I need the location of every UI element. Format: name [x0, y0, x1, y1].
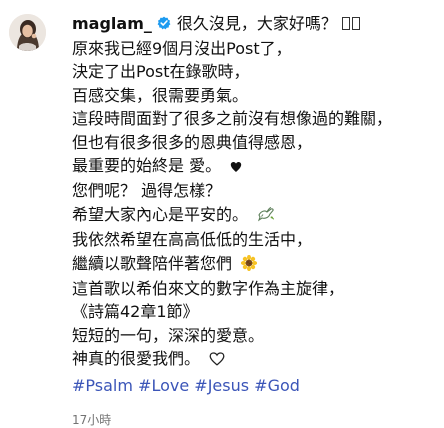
dove-icon	[257, 205, 275, 228]
hashtag-psalm-link[interactable]: #Psalm	[72, 376, 133, 395]
avatar[interactable]	[9, 14, 46, 51]
black-heart-icon	[230, 156, 242, 179]
verified-badge-icon	[157, 16, 171, 30]
avatar-photo-icon	[9, 14, 46, 51]
unsupported-emoji-icon	[340, 11, 360, 37]
caption-line: 《詩篇42章1節》	[72, 302, 199, 322]
caption-line: 我依然希望在高高低低的生活中，	[72, 230, 313, 250]
hashtag-love-link[interactable]: #Love	[138, 376, 189, 395]
instagram-caption-post: maglam_ 很久沒見，大家好嗎？ 原來我已經9個月沒出Post了， 決定了出…	[0, 0, 444, 427]
caption-line: 決定了出Post在錄歌時，	[72, 62, 250, 82]
caption-line-with-dove: 希望大家內心是平安的。	[72, 203, 438, 228]
post-timestamp[interactable]: 17小時	[72, 411, 438, 428]
caption-line: 原來我已經9個月沒出Post了，	[72, 39, 292, 58]
caption-line: 但也有很多很多的恩典值得感恩，	[72, 132, 313, 152]
sunflower-icon	[241, 254, 258, 277]
caption-header-line: maglam_ 很久沒見，大家好嗎？	[72, 11, 438, 37]
hashtag-list: #Psalm #Love #Jesus #God	[72, 374, 438, 397]
caption-line-text: 希望大家內心是平安的。	[72, 204, 249, 224]
caption-line-text: 繼續以歌聲陪伴著您們	[72, 253, 233, 273]
caption-first-text: 很久沒見，大家好嗎？	[176, 14, 337, 33]
caption-line: 短短的一句，深深的愛意。	[72, 325, 265, 345]
caption-line: 百感交集，很需要勇氣。	[72, 85, 249, 105]
caption-line-with-heart: 神真的很愛我們。	[72, 347, 438, 372]
username-link[interactable]: maglam_	[72, 11, 152, 37]
caption-line-with-heart: 最重要的始終是 愛。	[72, 154, 438, 179]
caption-line-text: 神真的很愛我們。	[72, 349, 201, 369]
caption-line-with-sunflower: 繼續以歌聲陪伴著您們	[72, 252, 438, 277]
hashtag-jesus-link[interactable]: #Jesus	[194, 376, 249, 395]
caption-line: 您們呢？ 過得怎樣？	[72, 181, 222, 201]
white-heart-icon	[209, 349, 225, 372]
hashtag-god-link[interactable]: #God	[254, 376, 300, 395]
caption-line: 這段時間面對了很多之前沒有想像過的難關，	[72, 109, 393, 129]
caption-line: 這首歌以希伯來文的數字作為主旋律，	[72, 279, 345, 299]
caption-body: maglam_ 很久沒見，大家好嗎？ 原來我已經9個月沒出Post了， 決定了出…	[72, 11, 438, 428]
caption-line-text: 最重要的始終是 愛。	[72, 156, 222, 176]
